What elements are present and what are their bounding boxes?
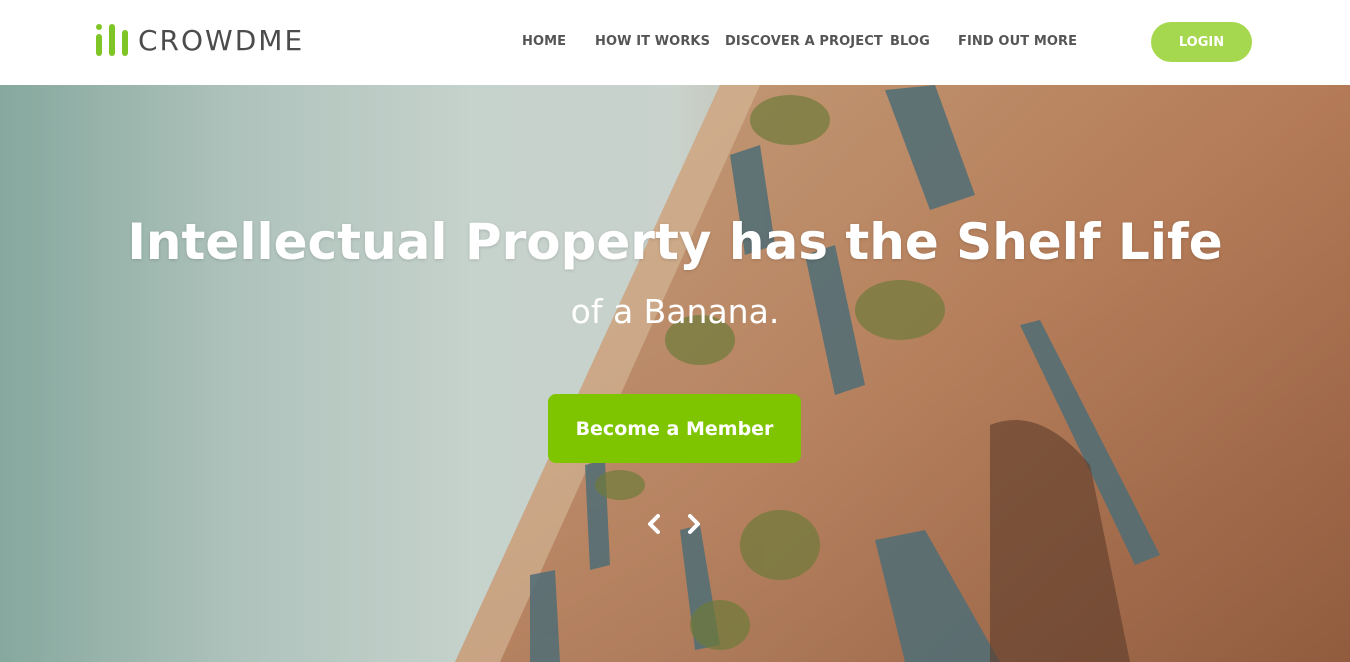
chevron-left-icon[interactable] xyxy=(641,510,667,538)
bar-chart-icon xyxy=(96,22,130,58)
hero-headline: Intellectual Property has the Shelf Life xyxy=(127,213,1223,271)
brand-name: CROWDME xyxy=(138,23,305,57)
become-member-button[interactable]: Become a Member xyxy=(548,394,801,463)
chevron-right-icon[interactable] xyxy=(681,510,707,538)
nav-how-it-works[interactable]: HOW IT WORKS xyxy=(595,34,710,49)
nav-find-out-more[interactable]: FIND OUT MORE xyxy=(958,34,1077,49)
hero-subline: of a Banana. xyxy=(570,292,780,331)
building-photo xyxy=(455,85,1350,662)
hero-banner: Intellectual Property has the Shelf Life… xyxy=(0,85,1350,662)
site-header: CROWDME HOME HOW IT WORKS DISCOVER A PRO… xyxy=(0,0,1350,85)
nav-discover-project[interactable]: DISCOVER A PROJECT xyxy=(725,34,883,49)
logo[interactable]: CROWDME xyxy=(96,20,304,60)
nav-home[interactable]: HOME xyxy=(522,34,566,49)
login-button[interactable]: LOGIN xyxy=(1151,22,1252,62)
nav-blog[interactable]: BLOG xyxy=(890,34,930,49)
